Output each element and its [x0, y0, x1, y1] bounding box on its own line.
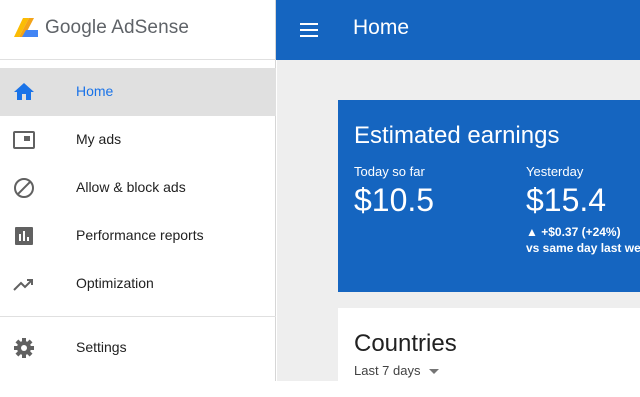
countries-title: Countries — [354, 330, 457, 357]
date-range-dropdown[interactable]: Last 7 days — [354, 363, 439, 378]
sidebar-item-label: Allow & block ads — [76, 179, 186, 195]
sidebar-item-label: My ads — [76, 131, 122, 147]
sidebar-item-home[interactable]: Home — [0, 68, 276, 116]
yesterday-label: Yesterday — [526, 164, 584, 179]
today-value: $10.5 — [354, 182, 435, 218]
gear-icon — [14, 338, 34, 358]
ad-unit-icon — [13, 131, 35, 149]
earnings-title: Estimated earnings — [354, 122, 560, 149]
trending-up-icon — [13, 279, 33, 291]
sidebar-item-my-ads[interactable]: My ads — [0, 116, 276, 164]
block-icon — [14, 178, 34, 198]
sidebar-item-label: Performance reports — [76, 227, 204, 243]
sidebar-item-optimization[interactable]: Optimization — [0, 260, 276, 308]
sidebar: Google AdSense Home My ads Allow & block… — [0, 0, 276, 381]
top-app-bar: Home — [276, 0, 640, 60]
page-title: Home — [353, 16, 410, 39]
sidebar-item-allow-block-ads[interactable]: Allow & block ads — [0, 164, 276, 212]
sidebar-item-performance-reports[interactable]: Performance reports — [0, 212, 276, 260]
earnings-change: ▲ +$0.37 (+24%) — [526, 225, 621, 239]
estimated-earnings-card[interactable]: Estimated earnings Today so far $10.5 Ye… — [338, 100, 640, 292]
sidebar-item-settings[interactable]: Settings — [0, 324, 276, 372]
date-range-label: Last 7 days — [354, 363, 421, 378]
sidebar-item-label: Optimization — [76, 275, 154, 291]
brand-name: Google AdSense — [45, 17, 190, 38]
yesterday-value: $15.4 — [526, 182, 607, 218]
bar-chart-icon — [15, 227, 33, 245]
home-icon — [14, 83, 34, 100]
sidebar-divider — [0, 316, 276, 317]
countries-card: Countries Last 7 days — [338, 308, 640, 381]
sidebar-item-label: Settings — [76, 339, 127, 355]
sidebar-item-label: Home — [76, 83, 114, 99]
brand[interactable]: Google AdSense — [0, 0, 276, 60]
adsense-logo-icon — [14, 18, 38, 37]
menu-icon[interactable] — [298, 18, 322, 42]
today-label: Today so far — [354, 164, 425, 179]
dropdown-caret-icon — [428, 369, 439, 375]
earnings-compare-text: vs same day last week — [526, 241, 640, 255]
